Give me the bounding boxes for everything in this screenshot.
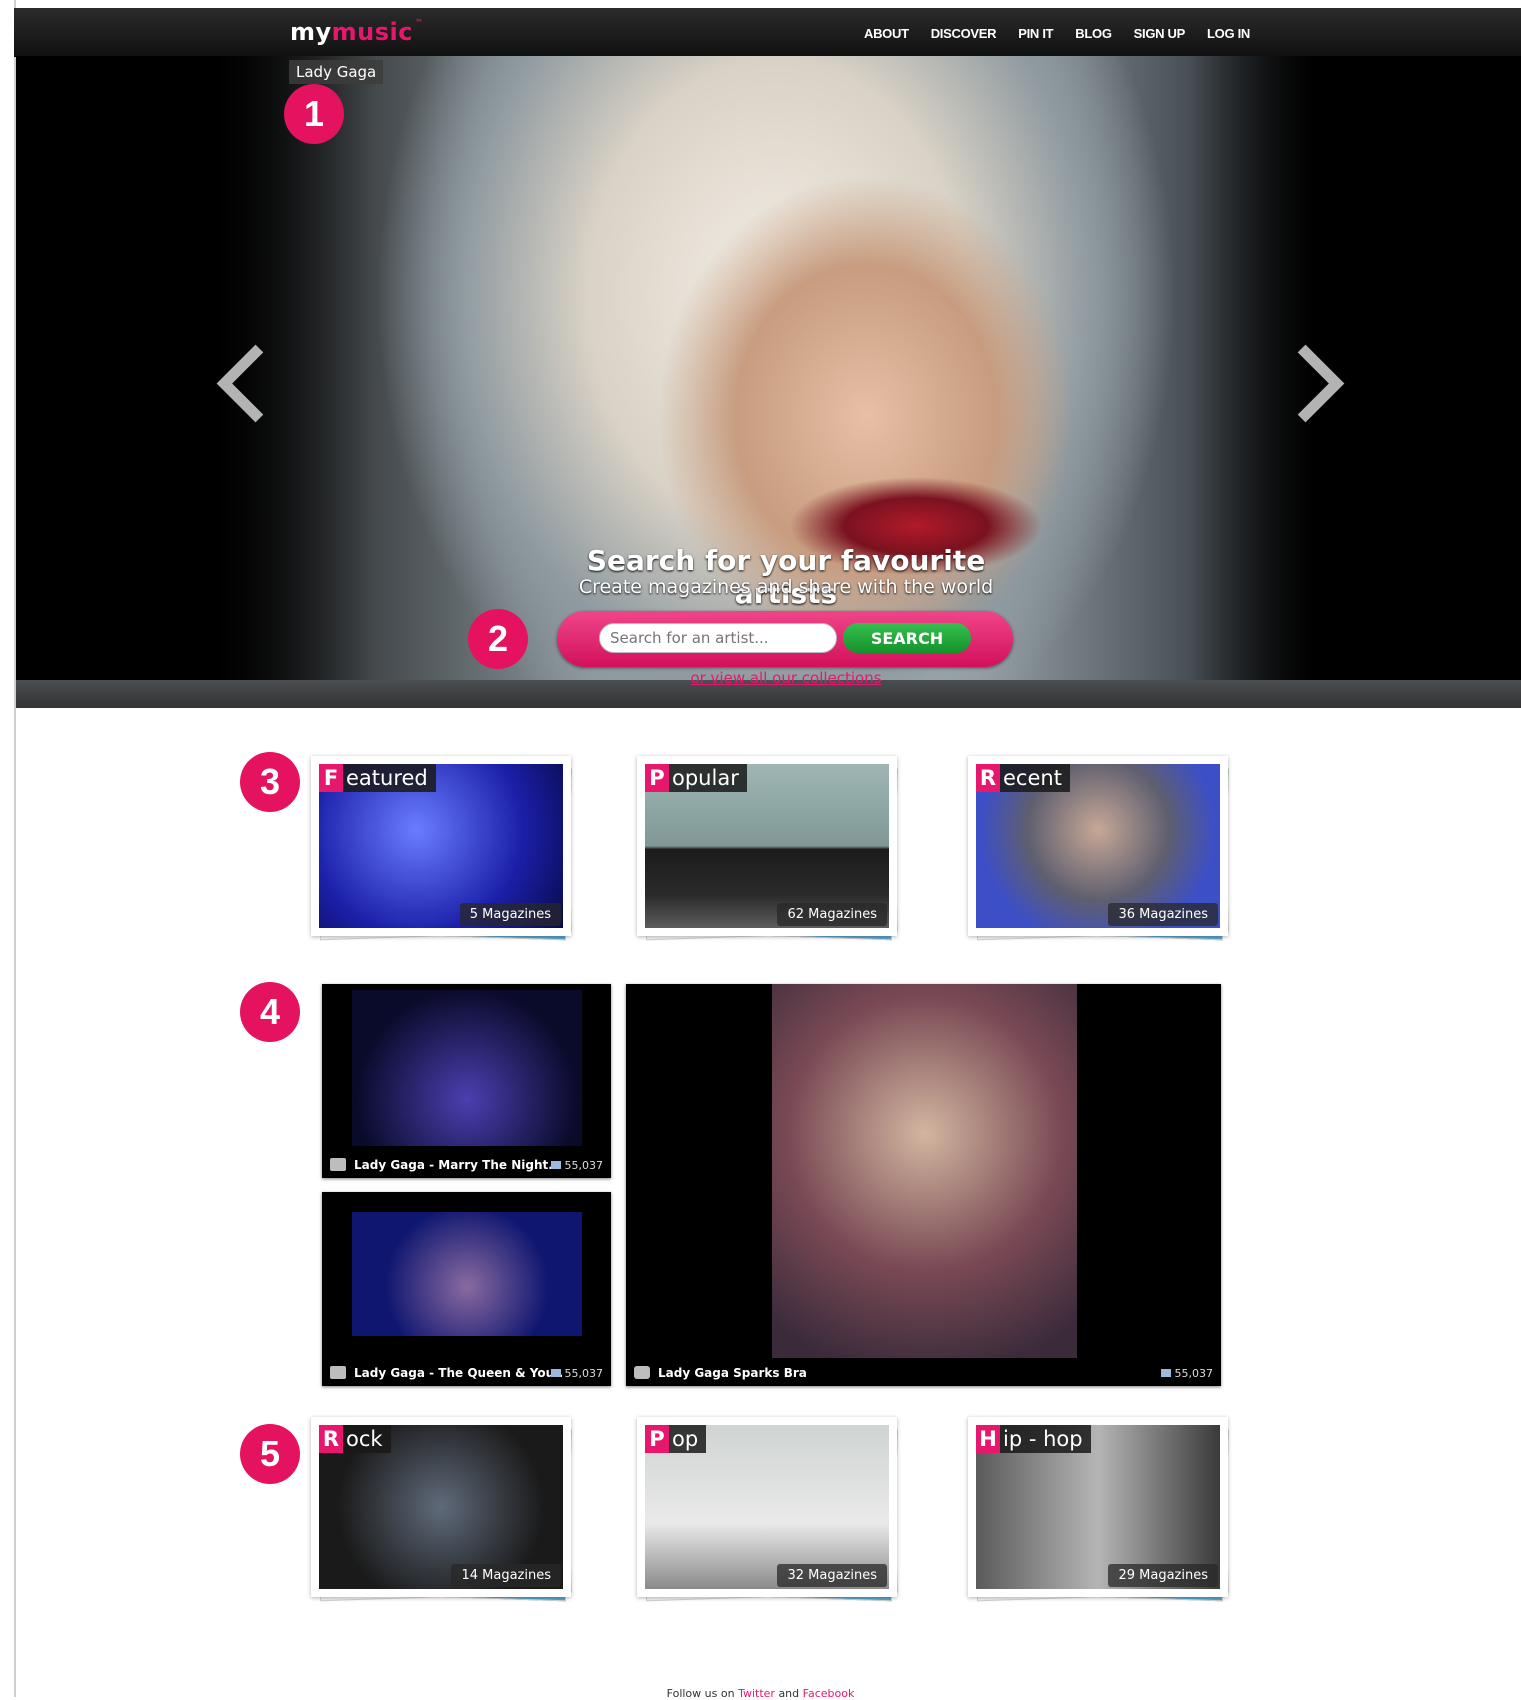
nav-pin-it[interactable]: PIN IT — [1018, 26, 1053, 41]
comment-icon — [550, 1369, 561, 1377]
annotation-badge-5: 5 — [240, 1424, 300, 1484]
footer-prefix: Follow us on — [666, 1687, 735, 1700]
photo-tile[interactable]: Lady Gaga Sparks Bra 55,037 — [626, 984, 1221, 1386]
video-icon — [330, 1366, 346, 1379]
video-tile[interactable]: Lady Gaga - Marry The Night... 55,037 — [322, 984, 611, 1178]
video-thumbnail — [352, 1212, 582, 1336]
magazine-count: 29 Magazines — [1108, 1564, 1218, 1587]
logo-my: my — [290, 18, 332, 46]
hero-banner: Lady Gaga 1 Search for your favourite ar… — [16, 56, 1521, 708]
logo-tm: ™ — [415, 18, 424, 27]
nav-discover[interactable]: DISCOVER — [931, 26, 997, 41]
annotation-badge-2: 2 — [468, 609, 528, 669]
genre-hip-hop[interactable]: Hip - hop 29 Magazines — [968, 1417, 1230, 1607]
magazine-count: 36 Magazines — [1108, 903, 1218, 926]
magazine-count: 32 Magazines — [777, 1564, 887, 1587]
category-recent[interactable]: Recent 36 Magazines — [968, 756, 1230, 946]
media-title: Lady Gaga - The Queen & You.. — [354, 1366, 564, 1380]
magazine-count: 5 Magazines — [459, 903, 561, 926]
search-button[interactable]: SEARCH — [843, 623, 971, 653]
genre-label: Hip - hop — [976, 1425, 1091, 1453]
footer-and: and — [778, 1687, 800, 1700]
top-nav-bar: mymusic ™ ABOUT DISCOVER PIN IT BLOG SIGN… — [14, 8, 1521, 57]
category-popular[interactable]: Popular 62 Magazines — [637, 756, 899, 946]
media-title: Lady Gaga - Marry The Night... — [354, 1158, 562, 1172]
annotation-badge-3: 3 — [240, 752, 300, 812]
video-icon — [330, 1158, 346, 1171]
genre-label: Pop — [645, 1425, 707, 1453]
search-bar: SEARCH — [557, 611, 1013, 667]
search-input[interactable] — [599, 623, 837, 653]
genre-pop[interactable]: Pop 32 Magazines — [637, 1417, 899, 1607]
comment-count: 55,037 — [550, 1367, 603, 1380]
category-label: Featured — [319, 764, 436, 792]
photo-thumbnail — [772, 984, 1077, 1358]
logo-music: music — [331, 18, 413, 46]
video-thumbnail — [352, 990, 582, 1146]
facebook-link[interactable]: Facebook — [803, 1687, 855, 1700]
video-tile[interactable]: Lady Gaga - The Queen & You.. 55,037 — [322, 1192, 611, 1386]
footer: Follow us on Twitter and Facebook — [0, 1687, 1521, 1700]
nav-about[interactable]: ABOUT — [864, 26, 909, 41]
category-label: Recent — [976, 764, 1070, 792]
logo[interactable]: mymusic ™ — [290, 18, 424, 46]
genre-label: Rock — [319, 1425, 391, 1453]
main-nav: ABOUT DISCOVER PIN IT BLOG SIGN UP LOG I… — [864, 26, 1250, 41]
comment-count: 55,037 — [550, 1159, 603, 1172]
media-title: Lady Gaga Sparks Bra — [658, 1366, 807, 1380]
category-label: Popular — [645, 764, 747, 792]
category-featured[interactable]: Featured 5 Magazines — [311, 756, 573, 946]
hero-artist-name: Lady Gaga — [289, 60, 384, 84]
comment-icon — [550, 1161, 561, 1169]
nav-sign-up[interactable]: SIGN UP — [1134, 26, 1186, 41]
magazine-count: 14 Magazines — [451, 1564, 561, 1587]
genre-rock[interactable]: Rock 14 Magazines — [311, 1417, 573, 1607]
comment-icon — [1160, 1369, 1171, 1377]
nav-blog[interactable]: BLOG — [1075, 26, 1112, 41]
comment-count: 55,037 — [1160, 1367, 1213, 1380]
twitter-link[interactable]: Twitter — [738, 1687, 775, 1700]
magazine-count: 62 Magazines — [777, 903, 887, 926]
view-collections-link[interactable]: or view all our collections — [646, 669, 926, 687]
annotation-badge-4: 4 — [240, 982, 300, 1042]
camera-icon — [634, 1366, 650, 1379]
annotation-badge-1: 1 — [284, 84, 344, 144]
hero-subtitle: Create magazines and share with the worl… — [578, 576, 994, 598]
nav-log-in[interactable]: LOG IN — [1207, 26, 1250, 41]
